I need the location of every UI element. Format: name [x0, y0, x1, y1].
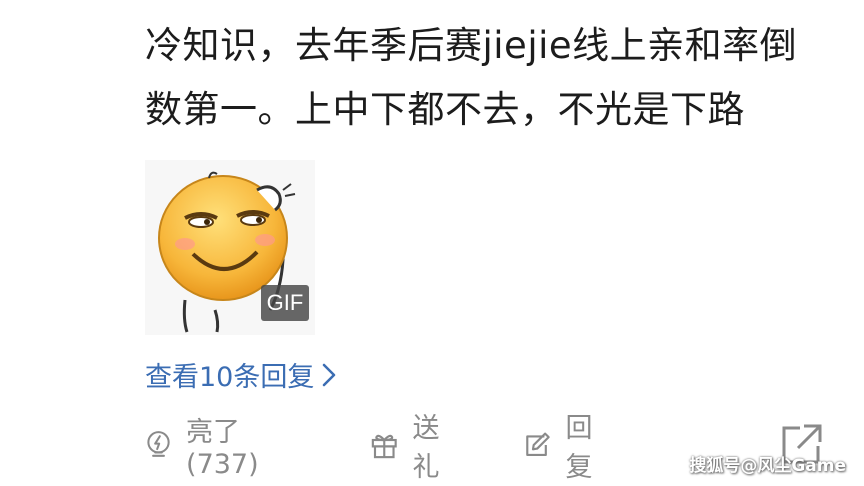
gif-badge: GIF	[261, 285, 309, 321]
gift-icon	[371, 434, 397, 459]
reply-label: 回复	[565, 413, 593, 483]
like-button[interactable]: 亮了(737)	[145, 417, 272, 480]
watermark: 搜狐号@风尘Game	[689, 456, 846, 476]
view-replies-link[interactable]: 查看10条回复	[145, 352, 336, 396]
comment-text: 冷知识，去年季后赛jiejie线上亲和率倒 数第一。上中下都不去，不光是下路	[145, 14, 845, 142]
chevron-right-icon	[323, 363, 336, 387]
comment-line-2: 数第一。上中下都不去，不光是下路	[145, 88, 745, 131]
gif-attachment[interactable]: GIF	[145, 160, 315, 335]
gift-label: 送礼	[412, 413, 440, 483]
gift-button[interactable]: 送礼	[370, 413, 451, 483]
view-replies-label: 查看10条回复	[145, 361, 315, 393]
comment-line-1: 冷知识，去年季后赛jiejie线上亲和率倒	[145, 24, 798, 67]
like-count-label: 亮了(737)	[186, 417, 259, 480]
lightbulb-icon	[147, 431, 170, 457]
reply-button[interactable]: 回复	[523, 413, 604, 483]
edit-icon	[526, 432, 550, 457]
